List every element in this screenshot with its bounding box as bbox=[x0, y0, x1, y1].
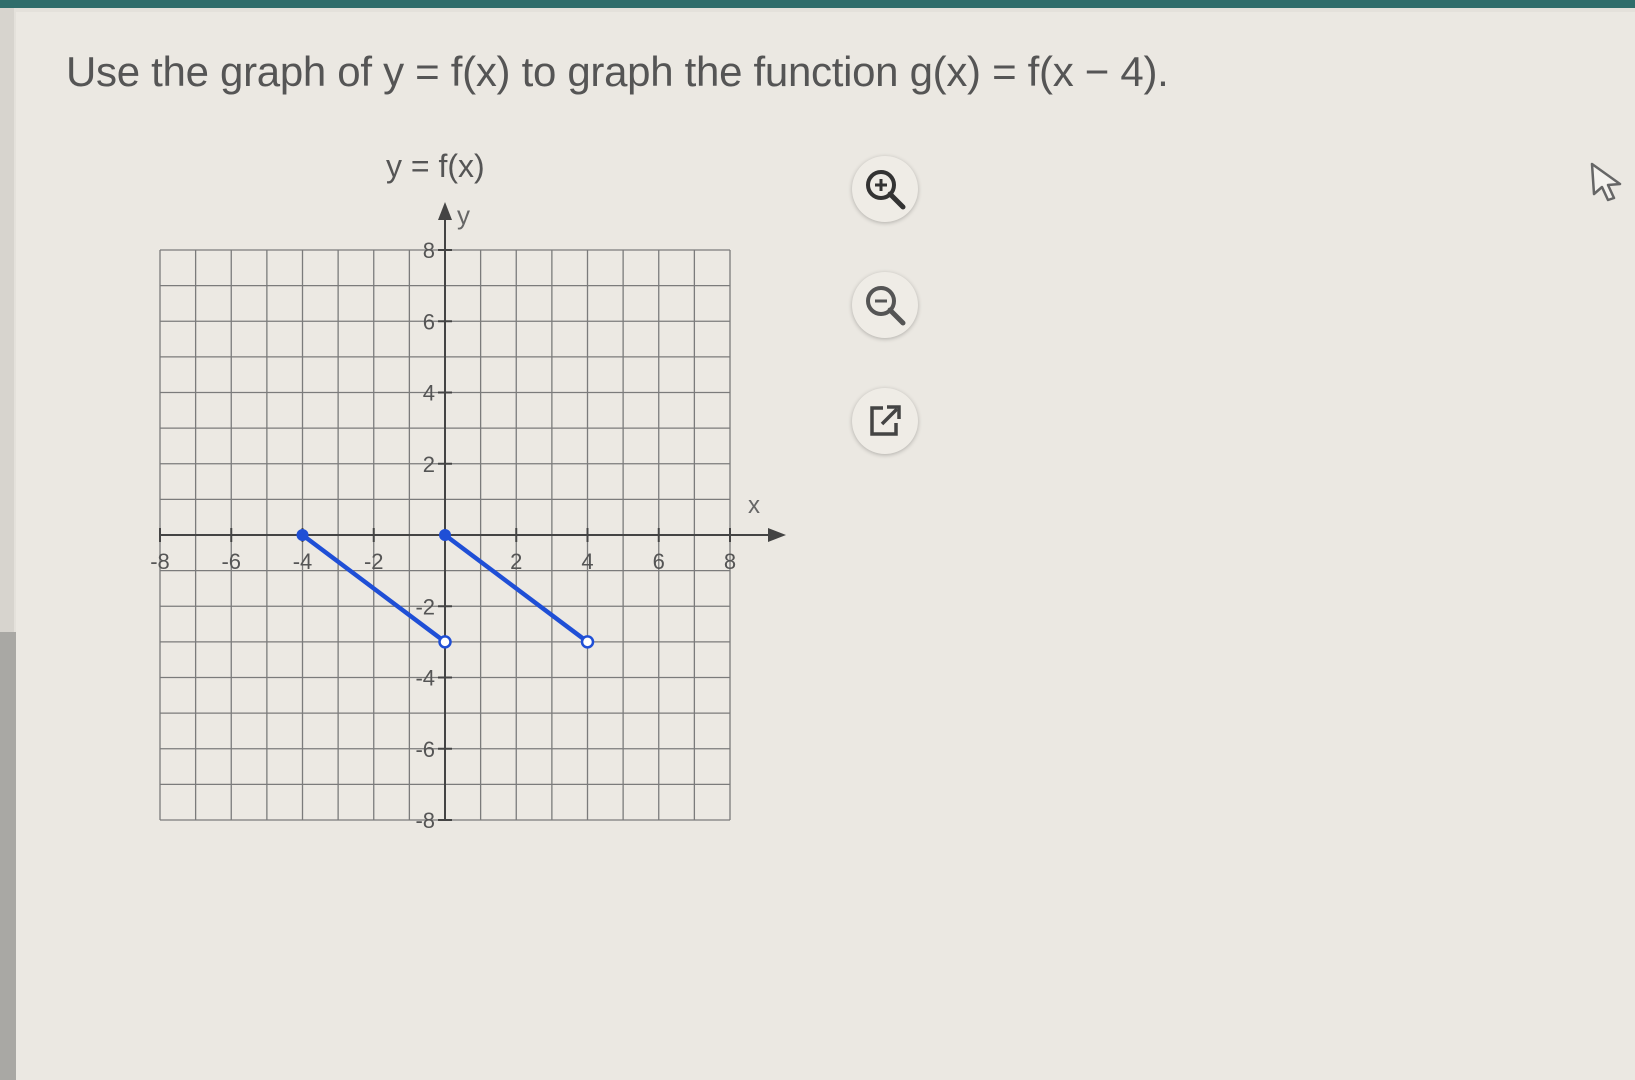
closed-endpoint bbox=[296, 529, 309, 541]
y-tick-label: 4 bbox=[423, 381, 435, 406]
x-tick-label: 4 bbox=[581, 549, 593, 574]
open-endpoint bbox=[438, 635, 452, 649]
x-axis-arrow bbox=[768, 528, 786, 542]
x-tick-label: 2 bbox=[510, 549, 522, 574]
y-tick-label: -4 bbox=[415, 666, 435, 691]
x-tick-label: -8 bbox=[150, 549, 170, 574]
y-tick-label: -8 bbox=[415, 808, 435, 833]
closed-endpoint bbox=[439, 529, 451, 541]
x-axis-label: x bbox=[748, 492, 760, 519]
y-tick-label: 2 bbox=[423, 452, 435, 477]
mouse-cursor-icon bbox=[1590, 162, 1622, 202]
external-link-icon bbox=[870, 405, 901, 436]
zoom-out-button[interactable] bbox=[852, 272, 918, 338]
y-tick-label: 6 bbox=[423, 309, 435, 334]
zoom-in-icon bbox=[866, 170, 906, 210]
x-tick-label: 6 bbox=[653, 549, 665, 574]
y-tick-label: -6 bbox=[415, 737, 435, 762]
x-tick-label: 8 bbox=[724, 549, 736, 574]
popout-button[interactable] bbox=[852, 388, 918, 454]
top-bar bbox=[0, 0, 1635, 8]
x-tick-label: -2 bbox=[364, 549, 384, 574]
open-endpoint bbox=[580, 635, 595, 649]
y-axis-arrow bbox=[438, 202, 452, 220]
graph-title: y = f(x) bbox=[386, 148, 485, 184]
question-text: Use the graph of y = f(x) to graph the f… bbox=[66, 48, 1169, 95]
y-axis-label: y bbox=[457, 200, 470, 230]
x-tick-label: -6 bbox=[221, 549, 241, 574]
zoom-out-icon bbox=[866, 286, 906, 326]
zoom-in-button[interactable] bbox=[852, 156, 918, 222]
y-tick-label: -2 bbox=[415, 594, 435, 619]
function-graph[interactable]: x y -8 -6 -4 -2 2 4 6 8 8 6 4 2 -2 -4 -6 -8 bbox=[130, 190, 830, 880]
y-tick-label: 8 bbox=[423, 238, 435, 263]
x-tick-label: -4 bbox=[293, 549, 313, 574]
